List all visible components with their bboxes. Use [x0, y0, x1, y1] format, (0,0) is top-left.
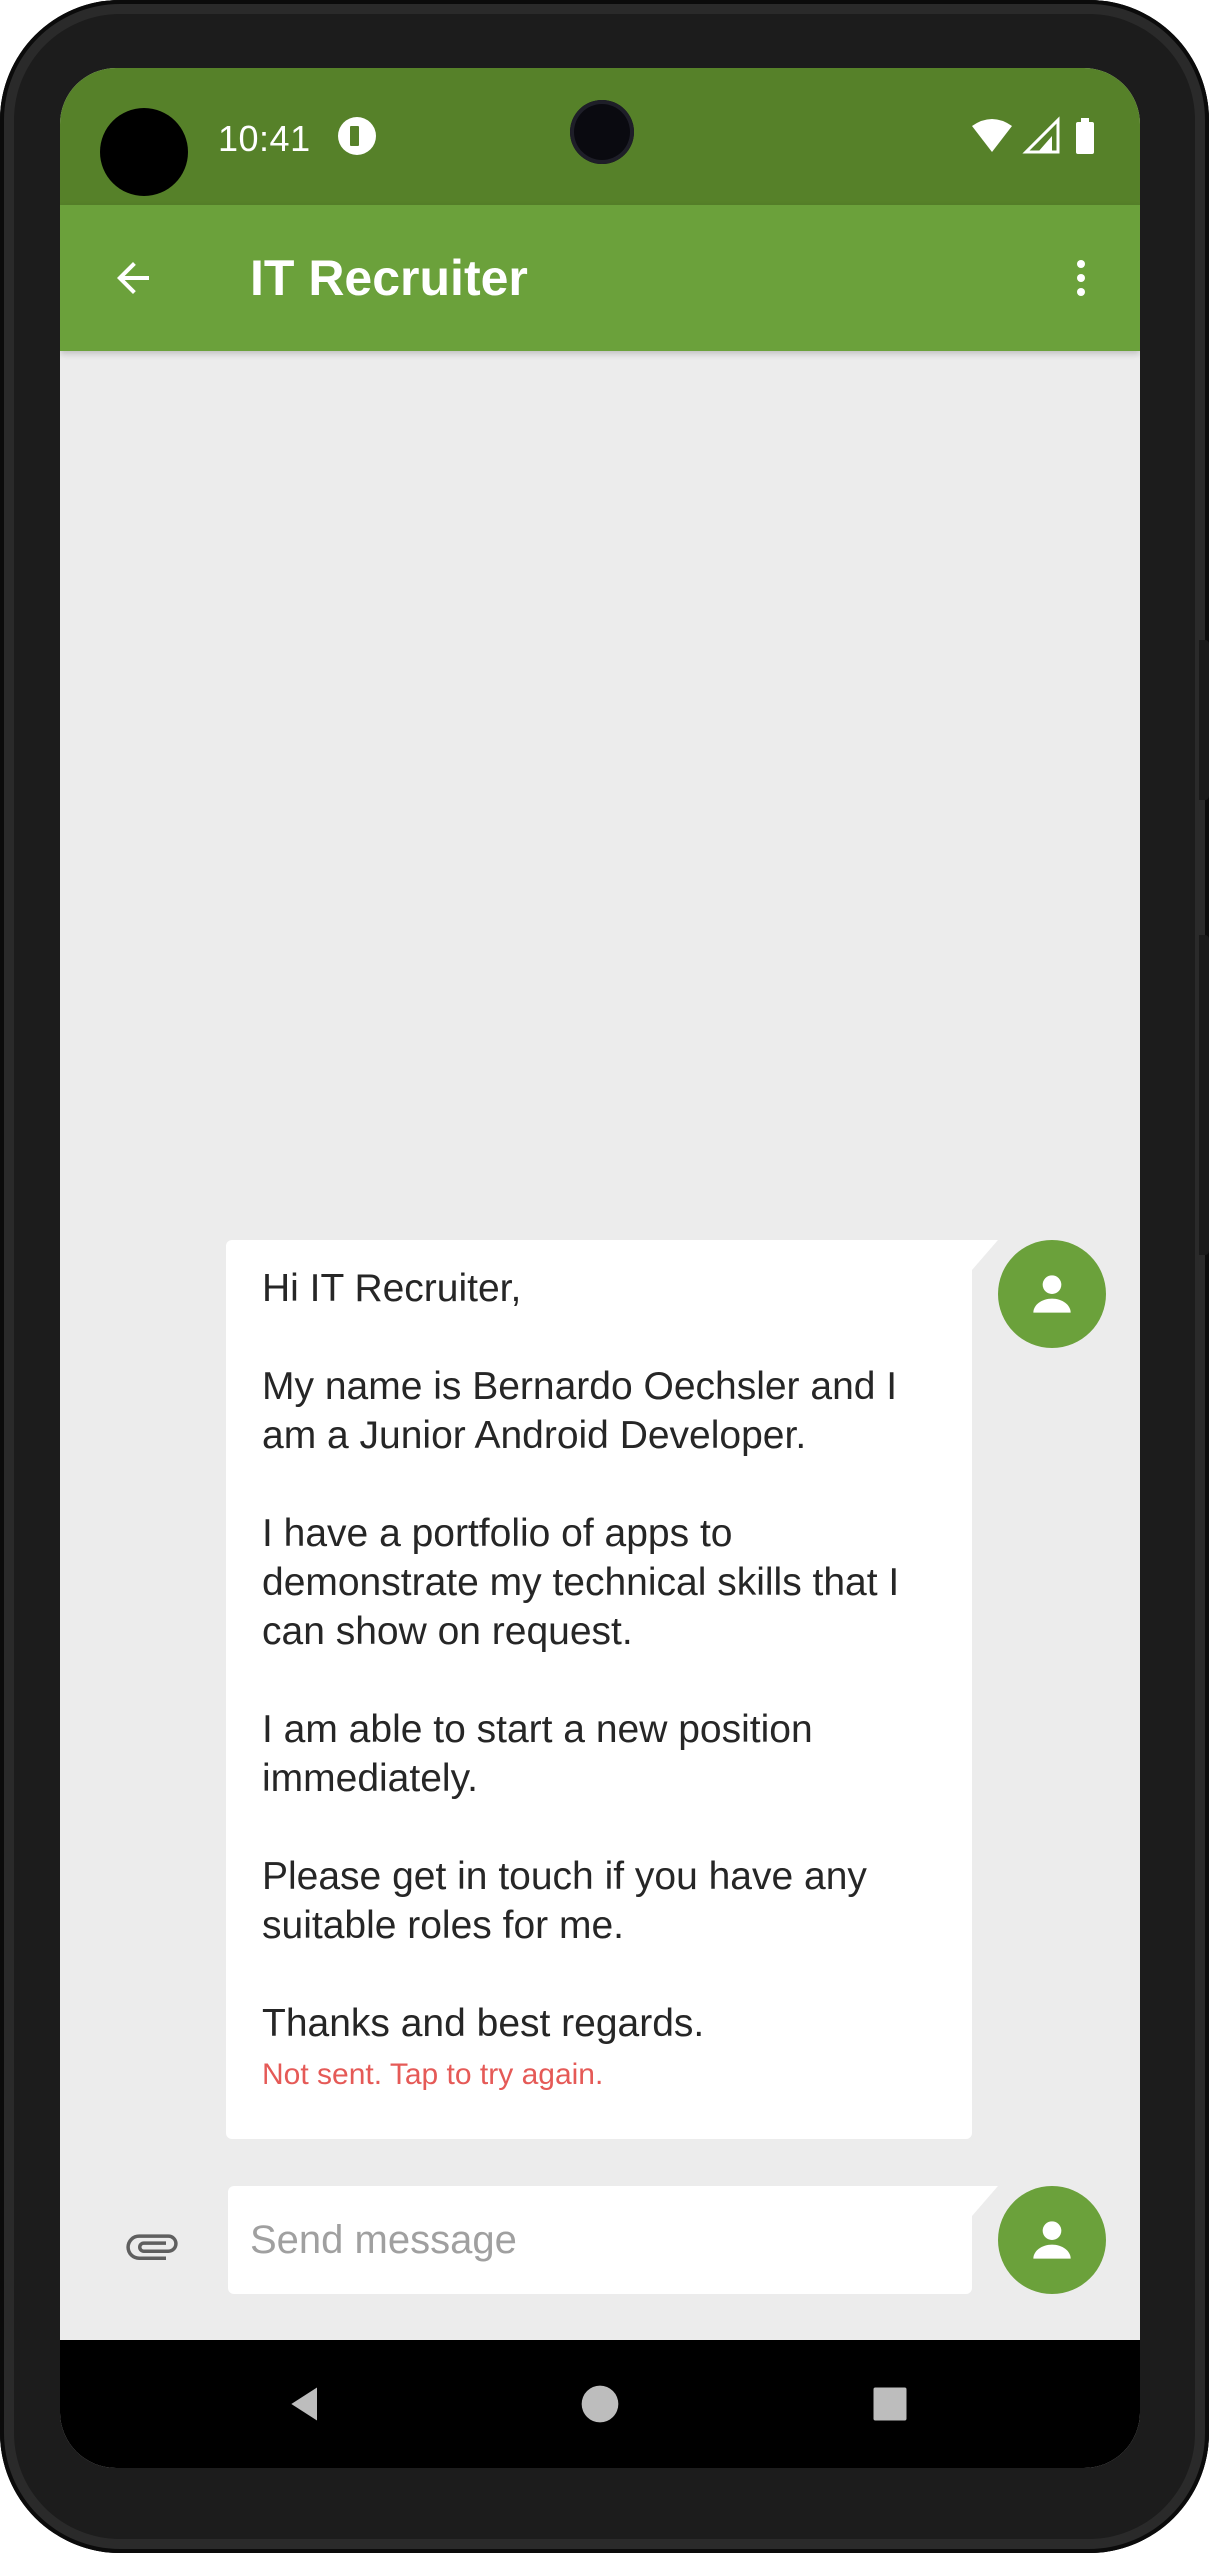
page-title: IT Recruiter: [250, 250, 528, 306]
volume-button: [1199, 935, 1209, 1255]
arrow-back-icon: [117, 262, 149, 294]
wifi-icon: [972, 119, 1012, 152]
notification-icon: [338, 117, 376, 155]
front-camera: [570, 100, 634, 164]
screen: 10:41 IT Recruiter Hi IT Recruiter, My n…: [60, 68, 1140, 2468]
avatar: [998, 1240, 1106, 1348]
message-bubble[interactable]: Hi IT Recruiter, My name is Bernardo Oec…: [226, 1240, 998, 2139]
overflow-menu-button[interactable]: [1042, 239, 1120, 317]
person-icon: [1033, 2221, 1071, 2259]
power-button: [1199, 640, 1209, 800]
message-text: Hi IT Recruiter, My name is Bernardo Oec…: [262, 1267, 900, 2045]
phone-frame: 10:41 IT Recruiter Hi IT Recruiter, My n…: [0, 0, 1209, 2553]
square-recents-icon: [873, 2387, 907, 2421]
nav-home-button[interactable]: [560, 2364, 640, 2444]
nav-recents-button[interactable]: [850, 2364, 930, 2444]
triangle-back-icon: [291, 2387, 317, 2421]
compose-field-tail: [972, 2186, 998, 2216]
app-toolbar: IT Recruiter: [60, 205, 1140, 351]
back-button[interactable]: [94, 239, 172, 317]
send-as-avatar-button[interactable]: [998, 2186, 1106, 2294]
message-input[interactable]: [228, 2186, 972, 2294]
system-nav-bar: [60, 2340, 1140, 2468]
battery-icon: [1076, 122, 1094, 154]
nav-back-button[interactable]: [266, 2364, 346, 2444]
message-error-status[interactable]: Not sent. Tap to try again.: [262, 2058, 942, 2092]
attach-button[interactable]: [112, 2206, 192, 2286]
status-time: 10:41: [218, 118, 311, 159]
paperclip-icon: [126, 2234, 178, 2260]
signal-icon: [1022, 116, 1060, 154]
profile-dot: [100, 108, 188, 196]
person-icon: [1033, 1275, 1071, 1313]
status-icons: [972, 116, 1094, 154]
circle-home-icon: [581, 2385, 619, 2423]
more-vert-icon: [1077, 260, 1085, 296]
status-bar: 10:41: [60, 68, 1140, 205]
